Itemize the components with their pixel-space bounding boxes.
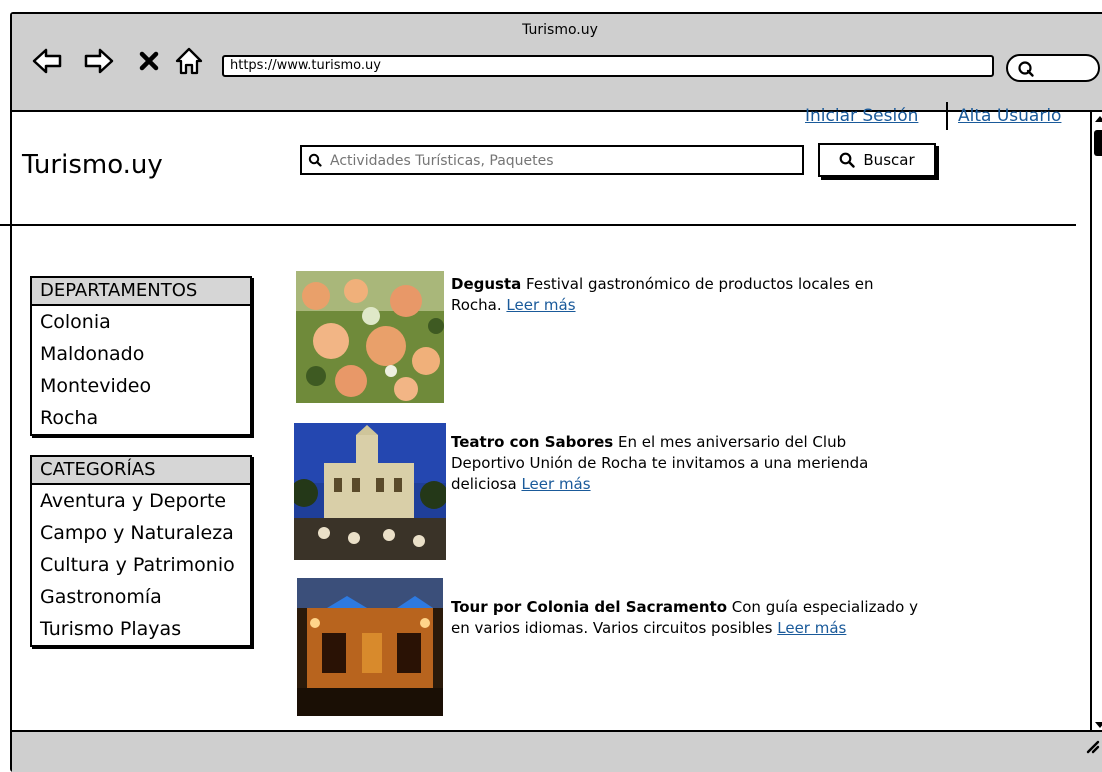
- magnifier-icon: [1018, 61, 1034, 77]
- login-link[interactable]: Iniciar Sesión: [805, 106, 918, 126]
- close-x-icon[interactable]: [132, 44, 166, 78]
- categorias-panel: CATEGORÍAS Aventura y Deporte Campo y Na…: [30, 455, 252, 647]
- categoria-item-campo[interactable]: Campo y Naturaleza: [32, 517, 250, 549]
- activity-title[interactable]: Tour por Colonia del Sacramento: [451, 598, 727, 616]
- categoria-item-cultura[interactable]: Cultura y Patrimonio: [32, 549, 250, 581]
- home-icon[interactable]: [172, 44, 206, 78]
- scroll-down-icon[interactable]: [1093, 720, 1102, 730]
- activity-description-degusta: Degusta Festival gastronómico de product…: [451, 274, 921, 316]
- status-bar: [12, 730, 1102, 772]
- header-divider-line: [0, 224, 1076, 226]
- categoria-item-aventura[interactable]: Aventura y Deporte: [32, 485, 250, 517]
- header-divider: [946, 102, 948, 130]
- activity-image-degusta[interactable]: [296, 271, 444, 403]
- categoria-item-gastronomia[interactable]: Gastronomía: [32, 581, 250, 613]
- departamento-item-rocha[interactable]: Rocha: [32, 402, 250, 434]
- activity-image-teatro[interactable]: [294, 423, 446, 560]
- categorias-title: CATEGORÍAS: [32, 457, 250, 485]
- read-more-link[interactable]: Leer más: [777, 619, 846, 637]
- search-button-label: Buscar: [863, 151, 915, 169]
- browser-search-field[interactable]: [1006, 54, 1100, 82]
- search-icon: [308, 153, 322, 167]
- scroll-up-icon[interactable]: [1093, 114, 1102, 124]
- departamentos-title: DEPARTAMENTOS: [32, 278, 250, 306]
- site-search[interactable]: [300, 145, 804, 175]
- resize-grip-icon[interactable]: [1082, 736, 1100, 754]
- activity-description-teatro: Teatro con Sabores En el mes aniversario…: [451, 432, 921, 495]
- departamento-item-maldonado[interactable]: Maldonado: [32, 338, 250, 370]
- url-bar[interactable]: https://www.turismo.uy: [222, 55, 994, 77]
- read-more-link[interactable]: Leer más: [506, 296, 575, 314]
- site-logo[interactable]: Turismo.uy: [22, 150, 163, 180]
- forward-arrow-icon[interactable]: [82, 44, 116, 78]
- categoria-item-playas[interactable]: Turismo Playas: [32, 613, 250, 645]
- activity-description-colonia: Tour por Colonia del Sacramento Con guía…: [451, 597, 921, 639]
- search-icon: [839, 152, 856, 168]
- browser-toolbar: Turismo.uy https://www.turismo.uy: [12, 14, 1102, 112]
- departamento-item-montevideo[interactable]: Montevideo: [32, 370, 250, 402]
- read-more-link[interactable]: Leer más: [521, 475, 590, 493]
- departamentos-panel: DEPARTAMENTOS Colonia Maldonado Montevid…: [30, 276, 252, 436]
- scroll-thumb[interactable]: [1094, 130, 1102, 156]
- departamento-item-colonia[interactable]: Colonia: [32, 306, 250, 338]
- activity-title[interactable]: Teatro con Sabores: [451, 433, 613, 451]
- activity-title[interactable]: Degusta: [451, 275, 521, 293]
- back-arrow-icon[interactable]: [30, 44, 64, 78]
- search-button[interactable]: Buscar: [818, 143, 936, 177]
- signup-link[interactable]: Alta Usuario: [958, 106, 1061, 126]
- window-title: Turismo.uy: [522, 22, 598, 38]
- activity-image-colonia[interactable]: [297, 578, 443, 716]
- search-input[interactable]: [328, 150, 792, 172]
- vertical-scrollbar[interactable]: [1090, 112, 1102, 732]
